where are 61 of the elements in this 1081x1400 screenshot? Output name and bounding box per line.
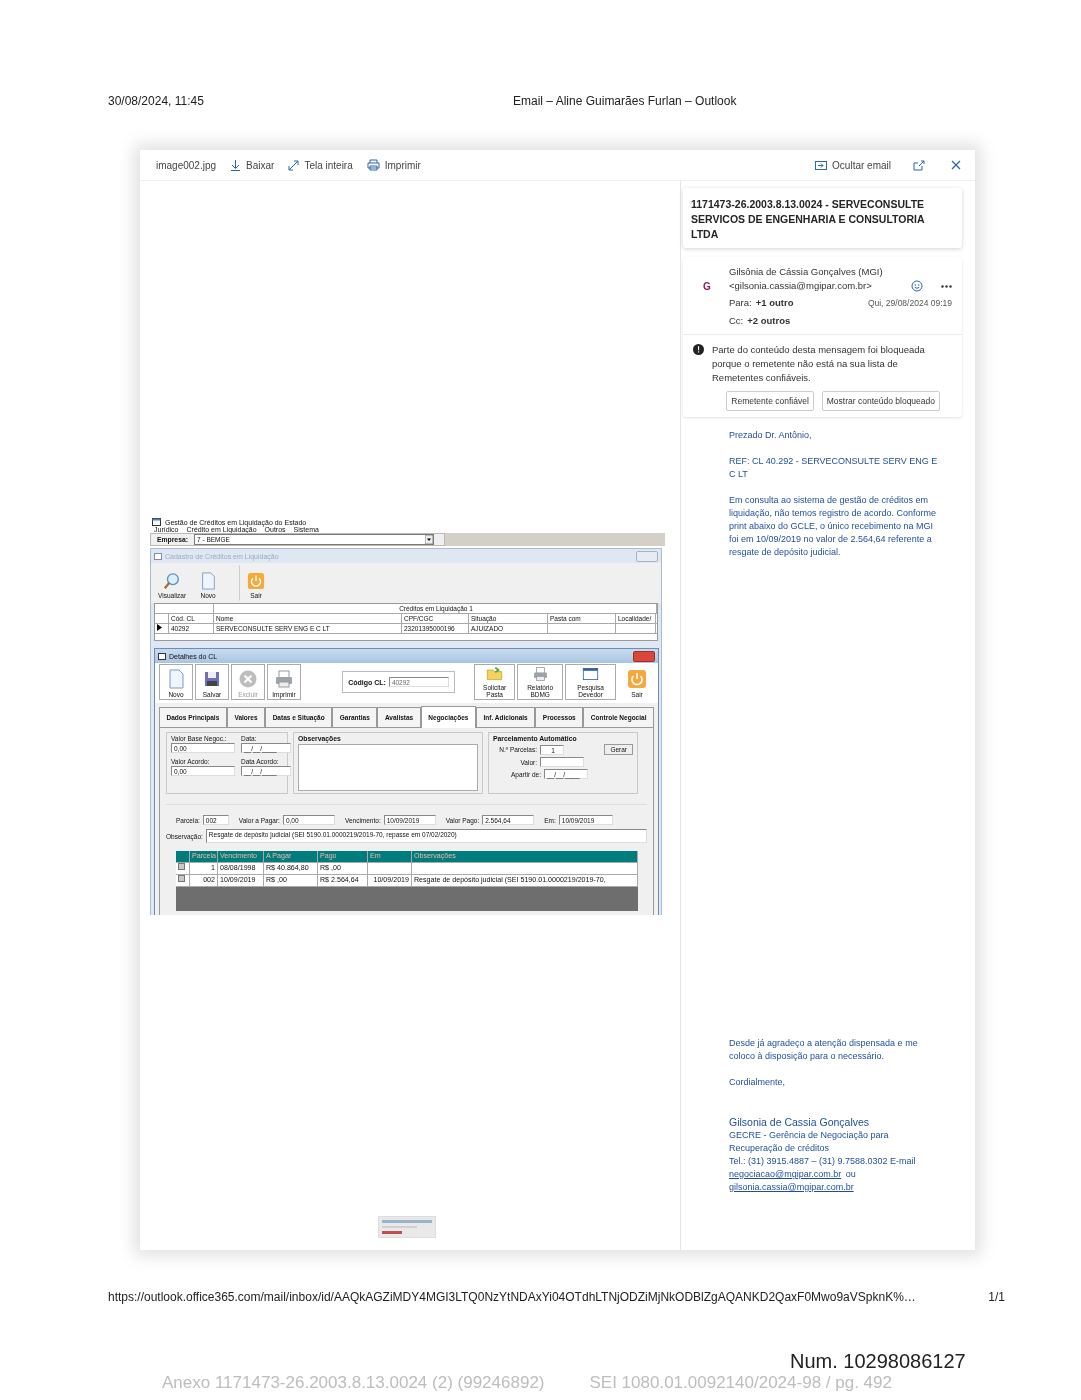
download-button[interactable]: Baixar bbox=[230, 159, 275, 171]
cc-link[interactable]: +2 outros bbox=[747, 314, 791, 328]
more-icon[interactable] bbox=[941, 284, 952, 288]
notes-field[interactable] bbox=[298, 744, 478, 791]
email-paragraph: REF: CL 40.292 - SERVECONSULTE SERV ENG E C LT bbox=[729, 455, 938, 481]
print-date: 30/08/2024, 11:45 bbox=[108, 94, 205, 109]
smiley-icon[interactable] bbox=[911, 280, 923, 292]
printer-icon bbox=[366, 159, 380, 171]
print-button[interactable]: Imprimir bbox=[366, 159, 421, 171]
popout-icon[interactable] bbox=[913, 159, 925, 171]
power-icon bbox=[627, 669, 647, 689]
page-url: https://outlook.office365.com/mail/inbox/id/AAQkAGZiMDY4MGI3LTQ0NzYtNDAxYi04OTdhLTNjODZiMjNkODBlZgAQANKD2QaxF0Mwo9aVSpknK%… bbox=[108, 1290, 916, 1304]
close-button[interactable] bbox=[633, 650, 655, 662]
signature-line: Tel.: (31) 3915.4887 – (31) 9.7588.0302 E-mail bbox=[729, 1155, 917, 1168]
sent-date: Qui, 29/08/2024 09:19 bbox=[867, 297, 952, 310]
sender-email: <gilsonia.cassia@mgipar.com.br> bbox=[729, 279, 872, 293]
annex-label: Anexo 1171473-26.2003.8.13.0024 (2) (99246892) bbox=[162, 1373, 545, 1393]
to-label: Para: bbox=[729, 296, 752, 310]
fullscreen-button[interactable]: Tela inteira bbox=[288, 159, 353, 171]
email-paragraph: Prezado Dr. Antônio, bbox=[729, 429, 813, 442]
panel-icon bbox=[815, 160, 828, 170]
email-link[interactable]: gilsonia.cassia@mgipar.com.br bbox=[729, 1182, 854, 1192]
email-paragraph: Desde já agradeço a atenção dispensada e me coloco à disposição para o necessário. bbox=[729, 1037, 919, 1063]
folder-icon bbox=[486, 666, 504, 682]
power-icon bbox=[247, 572, 266, 590]
info-icon bbox=[693, 344, 704, 355]
expand-icon bbox=[288, 159, 300, 171]
signature-line: GECRE - Gerência de Negociação para Recuperação de créditos bbox=[729, 1129, 890, 1155]
recipients-link[interactable]: +1 outro bbox=[755, 296, 794, 310]
row-pointer-icon bbox=[157, 624, 162, 631]
page-number: 1/1 bbox=[988, 1290, 1005, 1304]
magnifier-icon bbox=[163, 572, 182, 590]
email-subject: 1171473-26.2003.8.13.0024 - SERVECONSULTE SERVICOS DE ENGENHARIA E CONSULTORIA LTDA bbox=[683, 188, 962, 248]
window-icon bbox=[582, 666, 600, 682]
signature-text: ou bbox=[845, 1169, 856, 1179]
download-icon bbox=[230, 159, 242, 171]
cross-circle-icon bbox=[238, 669, 258, 689]
sender-avatar: G bbox=[702, 280, 712, 294]
document-icon bbox=[199, 572, 218, 590]
cc-label: Cc: bbox=[729, 314, 744, 328]
window-icon bbox=[154, 552, 162, 560]
signature-name: Gilsonia de Cassia Gonçalves bbox=[729, 1115, 871, 1129]
document-number: Num. 10298086127 bbox=[790, 1350, 967, 1373]
printer-icon bbox=[274, 669, 294, 689]
window-icon bbox=[158, 652, 166, 660]
blocked-content-notice: Parte do conteúdo desta mensagem foi bloqueada porque o remetente não está na sua lista de Remetentes confiáveis. bbox=[712, 343, 926, 385]
email-paragraph: Em consulta ao sistema de gestão de créditos em liquidação, não temos registro de acordo. Conforme print abaixo do GCLE, o único recebimento na MGI foi em 10/09/2019 no valor de 2.564,64 referente a resgate de depósito judicial. bbox=[729, 494, 938, 559]
file-name: image002.jpg bbox=[156, 159, 217, 171]
input-field[interactable] bbox=[540, 757, 584, 767]
notice-button[interactable]: Mostrar conteúdo bloqueado bbox=[821, 391, 940, 411]
sender-name: Gilsônia de Cássia Gonçalves (MGI) bbox=[729, 265, 883, 279]
document-icon bbox=[166, 669, 186, 689]
hide-email-button[interactable]: Ocultar email bbox=[815, 159, 891, 171]
email-paragraph: Cordialmente, bbox=[729, 1076, 787, 1089]
page-title: Email – Aline Guimarães Furlan – Outlook bbox=[513, 94, 738, 109]
close-icon[interactable] bbox=[951, 160, 961, 170]
process-page-label: SEI 1080.01.0092140/2024-98 / pg. 492 bbox=[589, 1373, 892, 1393]
email-link[interactable]: negociacao@mgipar.com.br bbox=[729, 1169, 842, 1179]
printer-icon bbox=[531, 666, 549, 682]
notice-button[interactable]: Remetente confiável bbox=[726, 391, 814, 411]
image-thumbnail[interactable] bbox=[378, 1216, 436, 1238]
